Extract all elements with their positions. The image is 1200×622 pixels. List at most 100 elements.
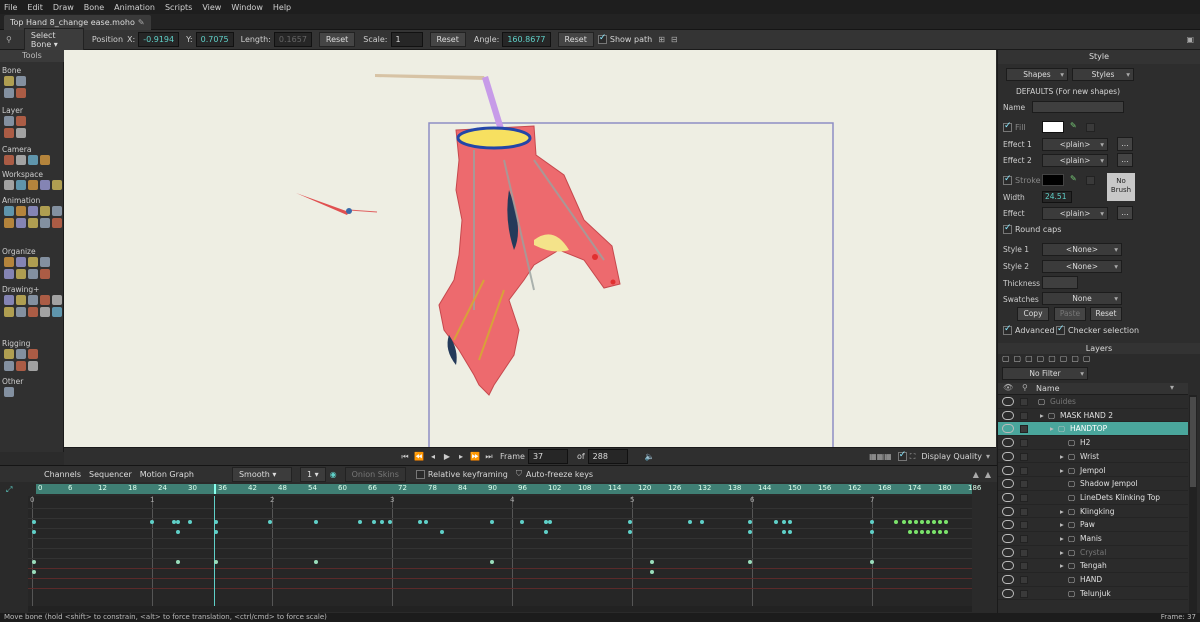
effect-dropdown[interactable]: <plain>: [1042, 207, 1108, 220]
keyframe[interactable]: [388, 520, 392, 524]
keyframe[interactable]: [268, 520, 272, 524]
onion-skins-button[interactable]: Onion Skins: [344, 466, 406, 482]
keyframe[interactable]: [748, 530, 752, 534]
zoom-in-icon[interactable]: ▲: [973, 470, 979, 479]
keyframe[interactable]: [920, 520, 924, 524]
layer-lock-box[interactable]: [1020, 452, 1028, 461]
show-path-checkbox[interactable]: [597, 33, 607, 44]
keyframe[interactable]: [176, 530, 180, 534]
keyframe-tracks[interactable]: 0 1 2 3 4 5 6 7: [28, 496, 972, 606]
layer-lock-box[interactable]: [1020, 535, 1028, 543]
last-frame-icon[interactable]: ⏭: [483, 451, 495, 463]
first-frame-icon[interactable]: ⏮: [399, 451, 411, 463]
keyframe[interactable]: [214, 520, 218, 524]
tool-icon[interactable]: [40, 218, 50, 228]
panel-toggle-icon[interactable]: ▣: [1186, 35, 1194, 44]
keyframe[interactable]: [650, 570, 654, 574]
display-quality-dropdown[interactable]: Display Quality: [921, 452, 982, 461]
tool-icon[interactable]: [4, 88, 14, 98]
eye-icon[interactable]: [1002, 575, 1014, 585]
expand-chevron-icon[interactable]: ▸: [1060, 450, 1064, 463]
layer-filter-dropdown[interactable]: No Filter: [1002, 367, 1088, 380]
tool-icon[interactable]: [4, 257, 14, 267]
fill-extra-box[interactable]: [1086, 123, 1095, 132]
interpolation-dropdown[interactable]: Smooth ▾: [231, 466, 292, 482]
layer-row[interactable]: ▸ ▢ Klingking: [998, 505, 1188, 519]
tool-icon[interactable]: [16, 128, 26, 138]
effect2-more-button[interactable]: ...: [1117, 153, 1133, 167]
tool-icon[interactable]: [28, 155, 38, 165]
keyframe[interactable]: [908, 530, 912, 534]
tool-icon[interactable]: [16, 361, 26, 371]
expand-chevron-icon[interactable]: ▸: [1040, 409, 1044, 422]
tool-icon[interactable]: [28, 361, 38, 371]
keyframe[interactable]: [944, 520, 948, 524]
y-field[interactable]: 0.7075: [195, 32, 234, 47]
tool-icon[interactable]: [4, 307, 14, 317]
tool-icon[interactable]: [28, 206, 38, 216]
keyframe[interactable]: [372, 520, 376, 524]
tool-icon[interactable]: [40, 155, 50, 165]
scale-field[interactable]: 1: [390, 32, 423, 47]
tool-icon[interactable]: [16, 206, 26, 216]
fill-eyedropper-icon[interactable]: ✎: [1070, 121, 1077, 130]
expand-chevron-icon[interactable]: ▸: [1060, 464, 1064, 477]
tool-icon[interactable]: [4, 155, 14, 165]
tool-icon[interactable]: [16, 307, 26, 317]
style1-dropdown[interactable]: <None>: [1042, 243, 1122, 256]
length-field[interactable]: 0.1657: [273, 32, 312, 47]
swatches-dropdown[interactable]: None: [1042, 292, 1122, 305]
keyframe[interactable]: [544, 530, 548, 534]
play-icon[interactable]: ▶: [441, 451, 453, 463]
keyframe[interactable]: [214, 560, 218, 564]
keyframe[interactable]: [176, 560, 180, 564]
layer-row[interactable]: ▸ ▢ Manis: [998, 532, 1188, 546]
reset-style-button[interactable]: Reset: [1090, 307, 1122, 321]
menu-item-edit[interactable]: Edit: [27, 3, 43, 12]
effect1-more-button[interactable]: ...: [1117, 137, 1133, 151]
relative-keyframing-checkbox[interactable]: [415, 469, 425, 479]
tool-icon[interactable]: [28, 349, 38, 359]
copy-button[interactable]: Copy: [1017, 307, 1049, 321]
layer-row[interactable]: ▸ ▢ Wrist: [998, 450, 1188, 464]
layer-lock-box[interactable]: [1020, 439, 1028, 448]
frame-ruler[interactable]: 0 6 12 18 24 30 36 42 48 54 60 66 72 78 84 90 96 102 108 11…: [36, 484, 981, 494]
fullscreen-icon[interactable]: ⛶: [910, 452, 916, 462]
fill-checkbox[interactable]: [1003, 121, 1012, 132]
tool-icon[interactable]: [28, 269, 38, 279]
tool-icon[interactable]: [4, 206, 14, 216]
timeline-tab-motion-graph[interactable]: Motion Graph: [136, 470, 198, 479]
style2-dropdown[interactable]: <None>: [1042, 260, 1122, 273]
expand-chevron-icon[interactable]: ▸: [1060, 559, 1064, 572]
checker-selection-checkbox[interactable]: [1056, 324, 1065, 335]
expand-chevron-icon[interactable]: ▸: [1060, 505, 1064, 518]
tool-icon[interactable]: [4, 361, 14, 371]
keyframe[interactable]: [748, 520, 752, 524]
layer-lock-box[interactable]: [1020, 548, 1028, 557]
tool-icon[interactable]: [28, 307, 38, 317]
bone-align-icon[interactable]: ⊞: [658, 35, 665, 44]
sound-icon[interactable]: 🔈: [645, 452, 655, 461]
layer-row[interactable]: ▢ Shadow Jempol: [998, 477, 1188, 491]
tool-icon[interactable]: [28, 257, 38, 267]
layer-lock-box[interactable]: [1020, 521, 1028, 530]
menu-item-draw[interactable]: Draw: [53, 3, 74, 12]
keyframe[interactable]: [926, 520, 930, 524]
select-bone-dropdown[interactable]: Select Bone ▾: [23, 27, 84, 52]
eye-icon[interactable]: [1002, 534, 1014, 543]
tool-icon[interactable]: [52, 180, 62, 190]
keyframe[interactable]: [788, 520, 792, 524]
tool-icon[interactable]: [16, 218, 26, 228]
layer-row[interactable]: ▸ ▢ Crystal: [998, 546, 1188, 560]
bone-flip-icon[interactable]: ⊟: [671, 35, 678, 44]
keyframe[interactable]: [314, 560, 318, 564]
timeline-tab-sequencer[interactable]: Sequencer: [85, 470, 136, 479]
tool-icon[interactable]: [16, 349, 26, 359]
tool-icon[interactable]: [16, 295, 26, 305]
layer-lock-box[interactable]: [1020, 507, 1028, 516]
tool-icon[interactable]: [28, 180, 38, 190]
layer-row[interactable]: ▸ ▢ Paw: [998, 518, 1188, 532]
fill-color-swatch[interactable]: [1042, 121, 1064, 133]
eye-icon[interactable]: [1002, 588, 1014, 598]
eye-icon[interactable]: [1002, 520, 1014, 530]
